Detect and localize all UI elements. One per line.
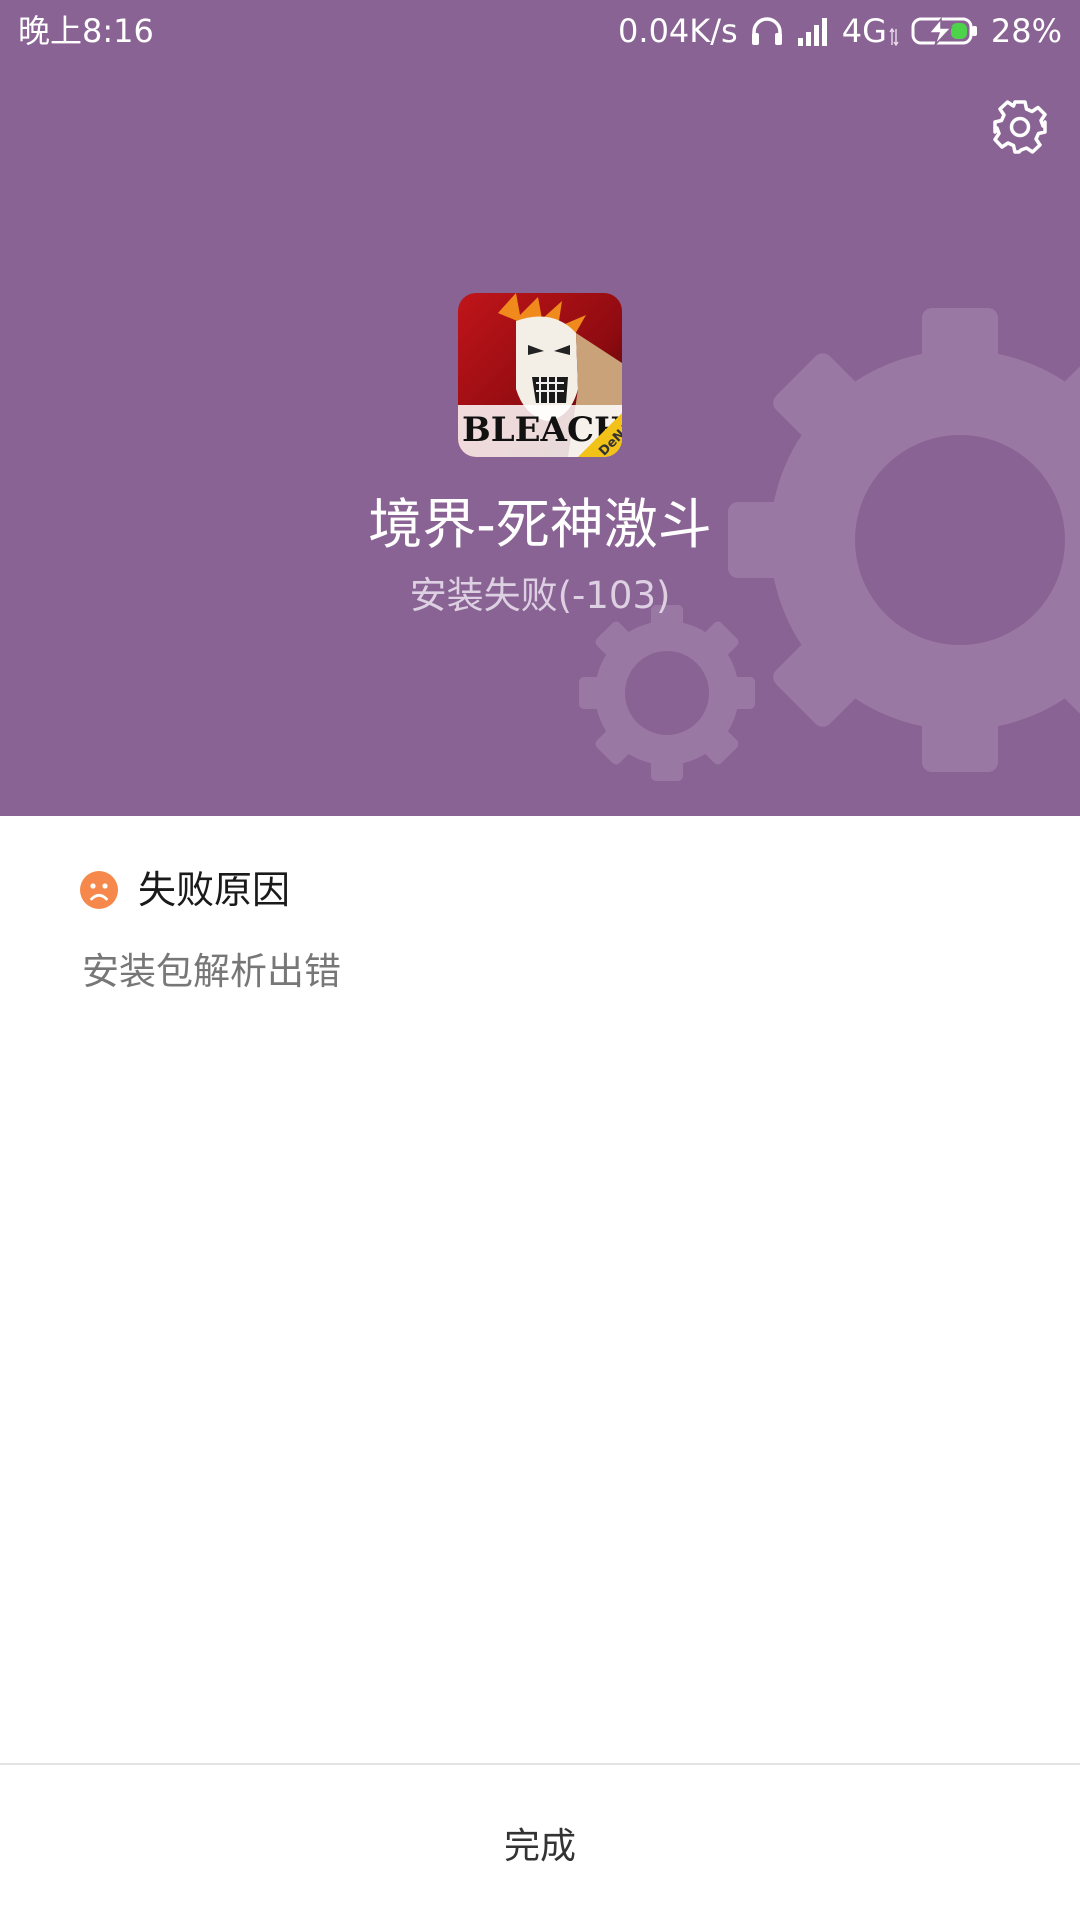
failure-reason-title: 失败原因 — [138, 868, 291, 912]
data-arrows-icon — [889, 27, 899, 47]
gear-icon — [993, 100, 1047, 154]
bleach-game-icon: BLEACH DeNA — [458, 293, 622, 457]
app-icon: BLEACH DeNA — [458, 293, 622, 457]
failure-reason-header: 失败原因 — [80, 866, 290, 914]
install-status: 安装失败(-103) — [409, 574, 671, 617]
footer: 完成 — [0, 1763, 1080, 1920]
battery-charging-icon — [911, 16, 977, 46]
app-name: 境界-死神激斗 — [368, 493, 712, 556]
headphones-icon — [751, 17, 782, 45]
header: 晚上8:16 0.04K/s 4G 28% BLEACH DeNA 境界-死神激… — [0, 0, 1080, 816]
signal-icon — [797, 18, 827, 46]
done-button[interactable]: 完成 — [0, 1765, 1080, 1920]
network-speed: 0.04K/s — [618, 12, 738, 50]
network-type: 4G — [841, 12, 887, 50]
failure-reason-detail: 安装包解析出错 — [82, 950, 341, 993]
status-bar: 晚上8:16 0.04K/s 4G 28% — [0, 0, 1080, 62]
status-time: 晚上8:16 — [18, 12, 154, 50]
sad-face-icon — [80, 871, 118, 909]
settings-button[interactable] — [990, 97, 1050, 157]
battery-level: 28% — [990, 12, 1062, 50]
status-indicators: 0.04K/s 4G 28% — [618, 12, 1062, 50]
